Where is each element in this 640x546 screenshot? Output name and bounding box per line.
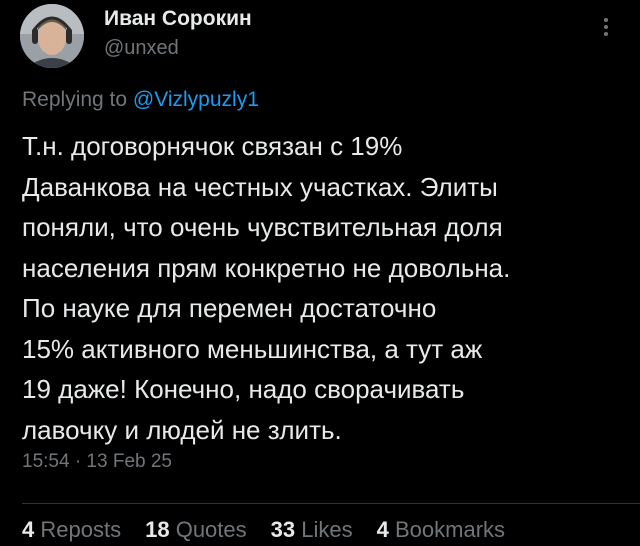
likes-stat[interactable]: 33 Likes: [271, 517, 353, 543]
likes-count: 33: [270, 517, 296, 542]
quotes-count: 18: [145, 517, 170, 542]
divider: [22, 503, 640, 504]
replying-to-prefix: Replying to: [22, 88, 133, 111]
quotes-label: Quotes: [175, 517, 247, 542]
bookmarks-count: 4: [376, 517, 389, 542]
engagement-stats: 4 Reposts 18 Quotes 33 Likes 4 Bookmarks: [22, 517, 505, 543]
reposts-stat[interactable]: 4 Reposts: [22, 517, 121, 543]
tweet-text-line: 15% активного меньшинства, а тут аж: [22, 333, 483, 364]
more-options-button[interactable]: [596, 14, 616, 40]
reposts-label: Reposts: [40, 517, 122, 542]
bookmarks-label: Bookmarks: [394, 517, 506, 542]
author-handle[interactable]: @unxed: [104, 37, 179, 60]
tweet-text-line: По науке для перемен достаточно: [22, 293, 437, 323]
tweet-text: Т.н. договорнячок связан с 19% Даванкова…: [22, 126, 622, 450]
tweet-text-line: Т.н. договорнячок связан с 19%: [22, 131, 403, 161]
tweet-text-line: населения прям конкретно не довольна.: [22, 252, 511, 283]
reply-mention-link[interactable]: @Vizlypuzly1: [133, 88, 259, 111]
avatar[interactable]: [20, 4, 84, 68]
author-display-name[interactable]: Иван Сорокин: [104, 7, 252, 31]
avatar-image: [20, 4, 84, 68]
replying-to: Replying to @Vizlypuzly1: [22, 88, 259, 112]
quotes-stat[interactable]: 18 Quotes: [145, 517, 247, 543]
likes-label: Likes: [301, 517, 353, 542]
tweet-text-line: 19 даже! Конечно, надо сворачивать: [22, 374, 465, 404]
tweet-text-line: Даванкова на честных участках. Элиты: [22, 171, 498, 202]
tweet-text-line: лавочку и людей не злить.: [22, 414, 342, 445]
reposts-count: 4: [22, 517, 35, 542]
more-vertical-icon: [604, 18, 608, 36]
tweet-timestamp[interactable]: 15:54 · 13 Feb 25: [22, 451, 172, 473]
tweet-text-line: поняли, что очень чувствительная доля: [22, 212, 503, 242]
bookmarks-stat[interactable]: 4 Bookmarks: [377, 517, 505, 543]
